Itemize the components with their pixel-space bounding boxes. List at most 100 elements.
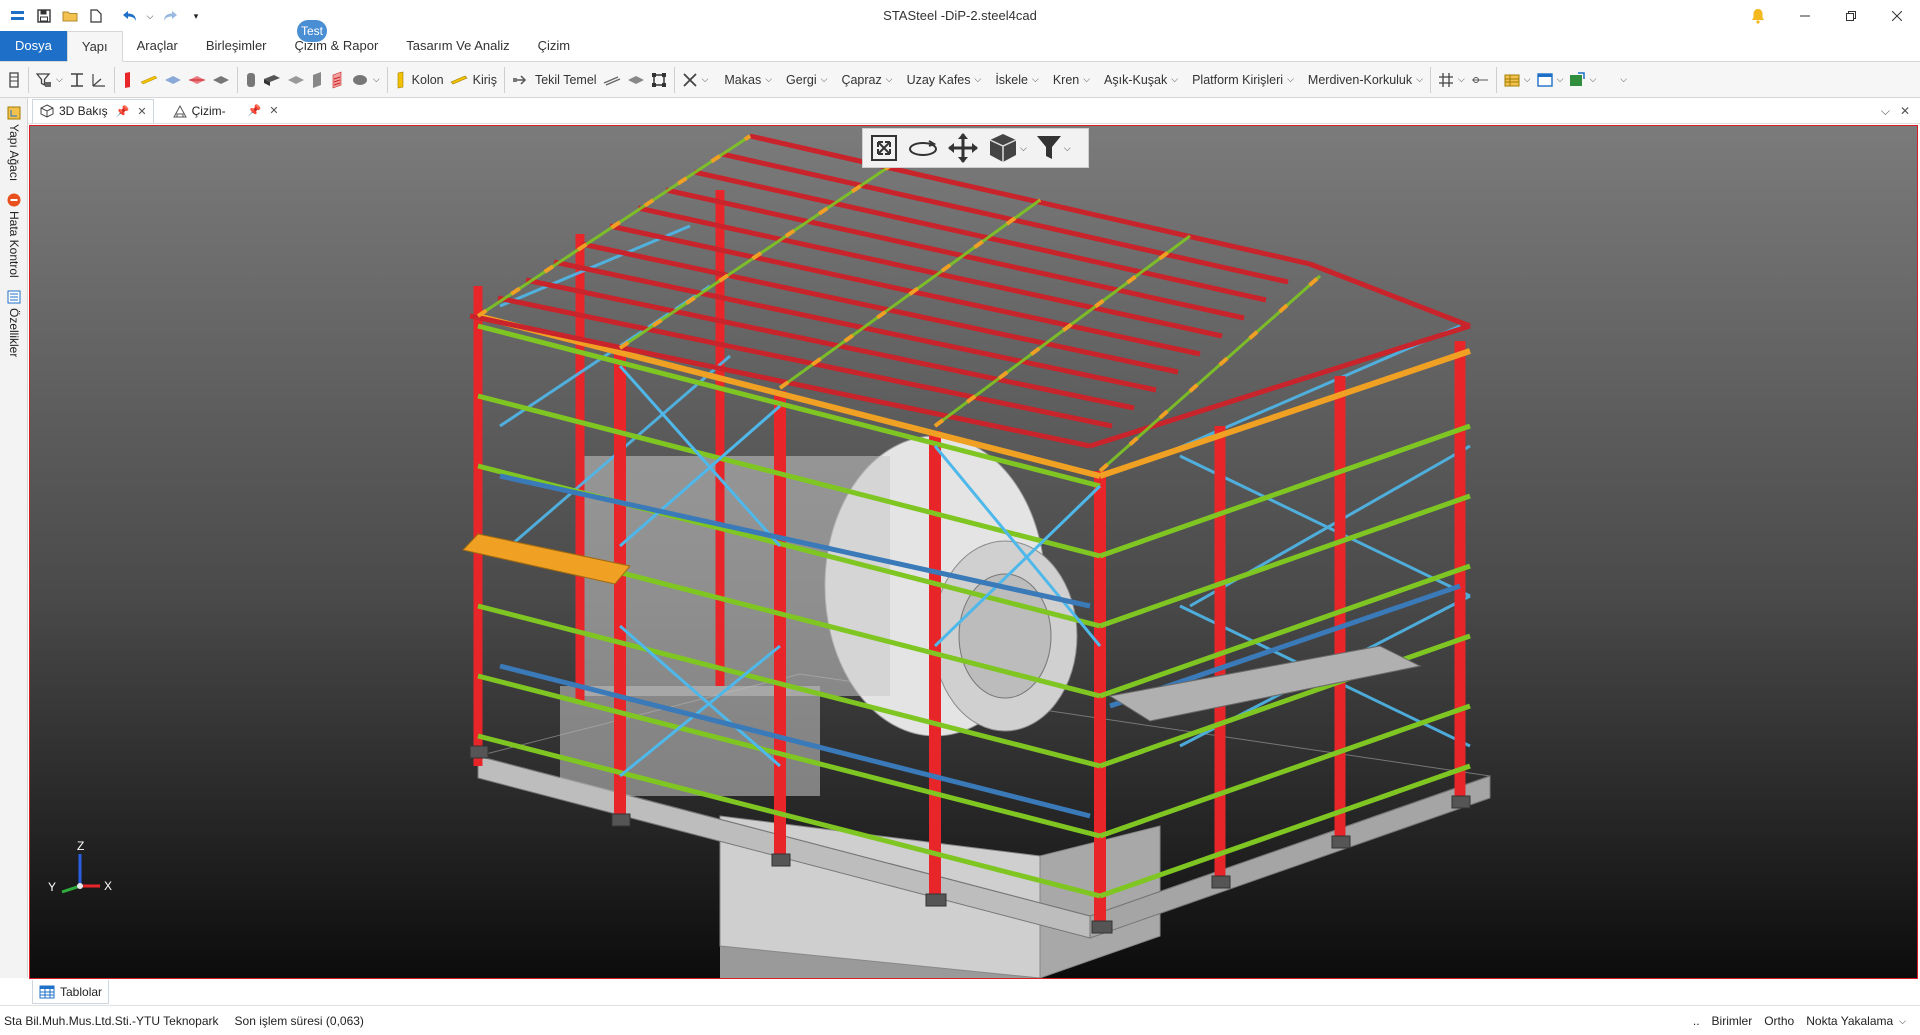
cube-3d-icon [40,104,54,118]
axis-y-label: Y [48,880,56,894]
open-folder-icon[interactable] [58,4,82,28]
panel-icon[interactable] [260,66,284,94]
vtab-ozellikler[interactable]: Özellikler [3,290,25,357]
minimize-icon[interactable] [1782,0,1828,32]
angle-tool-icon[interactable] [88,66,110,94]
gergi-menu[interactable]: Gergi ⌵ [783,66,830,94]
tab-cizim[interactable]: Çizim- 📌 ✕ [166,99,285,123]
table-icon [39,985,55,998]
capraz-menu[interactable]: Çapraz ⌵ [838,66,895,94]
vtab-hata-kontrol[interactable]: Hata Kontrol [3,193,25,278]
dimension-icon[interactable] [1468,66,1492,94]
frame-select-icon[interactable] [648,66,670,94]
ribbon-toolbar: ⌵ ⌵ Kolon Kiriş Tekil Temel ⌵ Makas ⌵ Ger… [0,62,1920,98]
grid-axis-tool-icon[interactable] [4,66,24,94]
floor-plate-icon[interactable] [284,66,308,94]
axis-z-label: Z [77,839,84,853]
undo-icon[interactable] [118,4,142,28]
tools-wrench-icon[interactable]: ⌵ [679,66,712,94]
window-title: STASteel -DiP-2.steel4cad [883,8,1037,23]
menu-birlesimler[interactable]: Birleşimler [192,31,281,61]
slab-grey-icon[interactable] [209,66,233,94]
test-badge: Test [297,20,327,42]
window-controls [1782,0,1920,32]
tabs-dropdown-icon[interactable]: ⌵ [1881,104,1890,119]
tab-close-icon[interactable]: ✕ [269,104,278,117]
ribbon-collapse-icon[interactable]: ⌵ [1613,66,1630,94]
ribbon-menu: Dosya Yapı Araçlar Birleşimler Çizim & R… [0,31,1920,62]
menu-tasarim-analiz[interactable]: Tasarım Ve Analiz [392,31,523,61]
shape-tool-icon[interactable]: ⌵ [348,66,383,94]
plate-red-icon[interactable] [185,66,209,94]
drawing-icon [172,104,187,117]
filter-tool-icon[interactable]: ⌵ [33,66,66,94]
pin-icon[interactable]: 📌 [248,104,262,117]
ortho-toggle[interactable]: Ortho [1764,1014,1794,1028]
close-icon[interactable] [1874,0,1920,32]
platform-kirisleri-menu[interactable]: Platform Kirişleri ⌵ [1189,66,1297,94]
status-company: Sta Bil.Muh.Mus.Ltd.Sti.-YTU Teknopark [4,1013,219,1028]
mat-footing-icon[interactable] [624,66,648,94]
kiris-button[interactable]: Kiriş [447,66,500,94]
doc-close-icon[interactable]: ✕ [1900,104,1910,118]
strip-footing-icon[interactable] [600,66,624,94]
tab-3d-bakis[interactable]: 3D Bakış 📌 ✕ [32,98,154,123]
tree-icon [7,106,21,120]
grid-view-icon[interactable]: ⌵ [1435,66,1468,94]
uzay-kafes-menu[interactable]: Uzay Kafes ⌵ [904,66,985,94]
wall-plate-icon[interactable] [308,66,328,94]
undo-dropdown-icon[interactable]: ⌵ [144,4,156,28]
iskele-menu[interactable]: İskele ⌵ [992,66,1041,94]
axis-x-label: X [104,879,112,893]
pan-icon[interactable] [947,132,979,164]
kolon-button[interactable]: Kolon [392,66,447,94]
save-icon[interactable] [32,4,56,28]
makas-menu[interactable]: Makas ⌵ [721,66,775,94]
view-toolbar: ⌵ ⌵ [862,128,1089,168]
steel-structure-model [462,133,1491,978]
asik-kusak-menu[interactable]: Aşık-Kuşak ⌵ [1101,66,1181,94]
nokta-yakalama-button[interactable]: Nokta Yakalama [1806,1014,1893,1028]
status-dropdown-icon[interactable]: ⌵ [1899,1016,1906,1027]
view-cube-icon[interactable]: ⌵ [987,132,1027,164]
cylinder-icon[interactable] [242,66,260,94]
layer-icon[interactable]: ⌵ [1501,66,1534,94]
tekil-temel-button[interactable]: Tekil Temel [509,66,600,94]
menu-araclar[interactable]: Araçlar [123,31,192,61]
filter-view-icon[interactable]: ⌵ [1035,133,1071,163]
merdiven-korkuluk-menu[interactable]: Merdiven-Korkuluk ⌵ [1305,66,1426,94]
kren-menu[interactable]: Kren ⌵ [1050,66,1093,94]
hatch-wall-icon[interactable] [328,66,348,94]
quick-access-toolbar: ⌵ ▾ [0,0,210,32]
export-icon[interactable]: ⌵ [1566,66,1599,94]
birimler-button[interactable]: Birimler [1712,1014,1753,1028]
error-icon [7,193,21,207]
tab-close-icon[interactable]: ✕ [137,105,146,118]
tablolar-tab[interactable]: Tablolar [32,980,110,1004]
beam-yellow-icon[interactable] [137,66,161,94]
pin-icon[interactable]: 📌 [116,105,130,118]
status-dots: .. [1692,1014,1700,1028]
plate-blue-icon[interactable] [161,66,185,94]
properties-icon [7,290,21,304]
section-tool-icon[interactable] [66,66,88,94]
menu-yapi[interactable]: Yapı [66,31,123,62]
title-bar: ⌵ ▾ STASteel -DiP-2.steel4cad [0,0,1920,32]
notification-bell-icon[interactable] [1746,4,1770,28]
column-red-icon[interactable] [119,66,137,94]
new-file-icon[interactable] [84,4,108,28]
status-bar: Sta Bil.Muh.Mus.Ltd.Sti.-YTU Teknopark S… [0,1005,1920,1035]
restore-icon[interactable] [1828,0,1874,32]
menu-dosya[interactable]: Dosya [0,31,67,61]
document-tabs: 3D Bakış 📌 ✕ Çizim- 📌 ✕ ⌵ ✕ [28,98,1920,124]
3d-viewport[interactable]: ⌵ ⌵ Z Y X [29,125,1918,979]
status-last-op: Son işlem süresi (0,063) [234,1013,364,1028]
redo-icon[interactable] [158,4,182,28]
orbit-icon[interactable] [907,133,939,163]
customize-icon[interactable]: ▾ [184,4,208,28]
window-layout-icon[interactable]: ⌵ [1534,66,1567,94]
menu-cizim[interactable]: Çizim [524,31,585,61]
vtab-yapi-agaci[interactable]: Yapı Ağacı [3,106,25,181]
menu-icon[interactable] [6,4,30,28]
zoom-extents-icon[interactable] [869,133,899,163]
